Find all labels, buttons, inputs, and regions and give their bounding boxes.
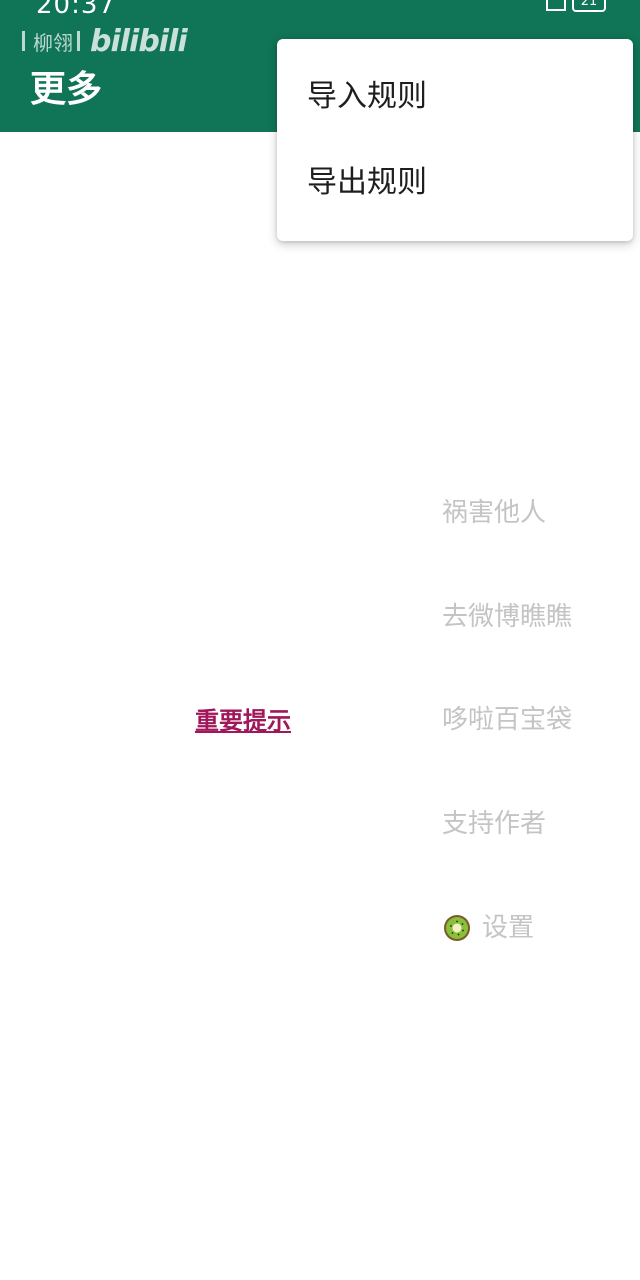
- watermark: 柳翎 bilibili: [18, 22, 188, 60]
- side-item-support-author[interactable]: 支持作者: [442, 804, 546, 844]
- bilibili-logo: bilibili: [90, 23, 188, 59]
- status-time: 20:37: [36, 0, 116, 20]
- side-item-harm-others[interactable]: 祸害他人: [442, 493, 546, 533]
- overflow-menu: 导入规则 导出规则: [277, 39, 633, 241]
- side-item-doraemon-pocket[interactable]: 哆啦百宝袋: [442, 700, 572, 740]
- divider: [22, 31, 25, 51]
- status-icons: 21: [546, 0, 606, 12]
- battery-icon: 21: [572, 0, 606, 12]
- side-item-settings-label: 设置: [482, 913, 535, 943]
- side-item-weibo[interactable]: 去微博瞧瞧: [442, 597, 572, 637]
- notification-icon: [546, 0, 566, 11]
- screen: 20:37 21 柳翎 bilibili 更多 重要提示 祸害他人 去微博瞧瞧 …: [0, 0, 640, 1280]
- divider: [77, 31, 80, 51]
- important-notice-link[interactable]: 重要提示: [195, 701, 291, 736]
- watermark-author: 柳翎: [33, 30, 73, 55]
- kiwi-icon: [444, 915, 470, 941]
- menu-item-export-rules[interactable]: 导出规则: [307, 153, 607, 213]
- menu-item-import-rules[interactable]: 导入规则: [307, 67, 607, 127]
- page-title: 更多: [30, 69, 103, 110]
- side-item-settings[interactable]: 设置: [442, 908, 534, 948]
